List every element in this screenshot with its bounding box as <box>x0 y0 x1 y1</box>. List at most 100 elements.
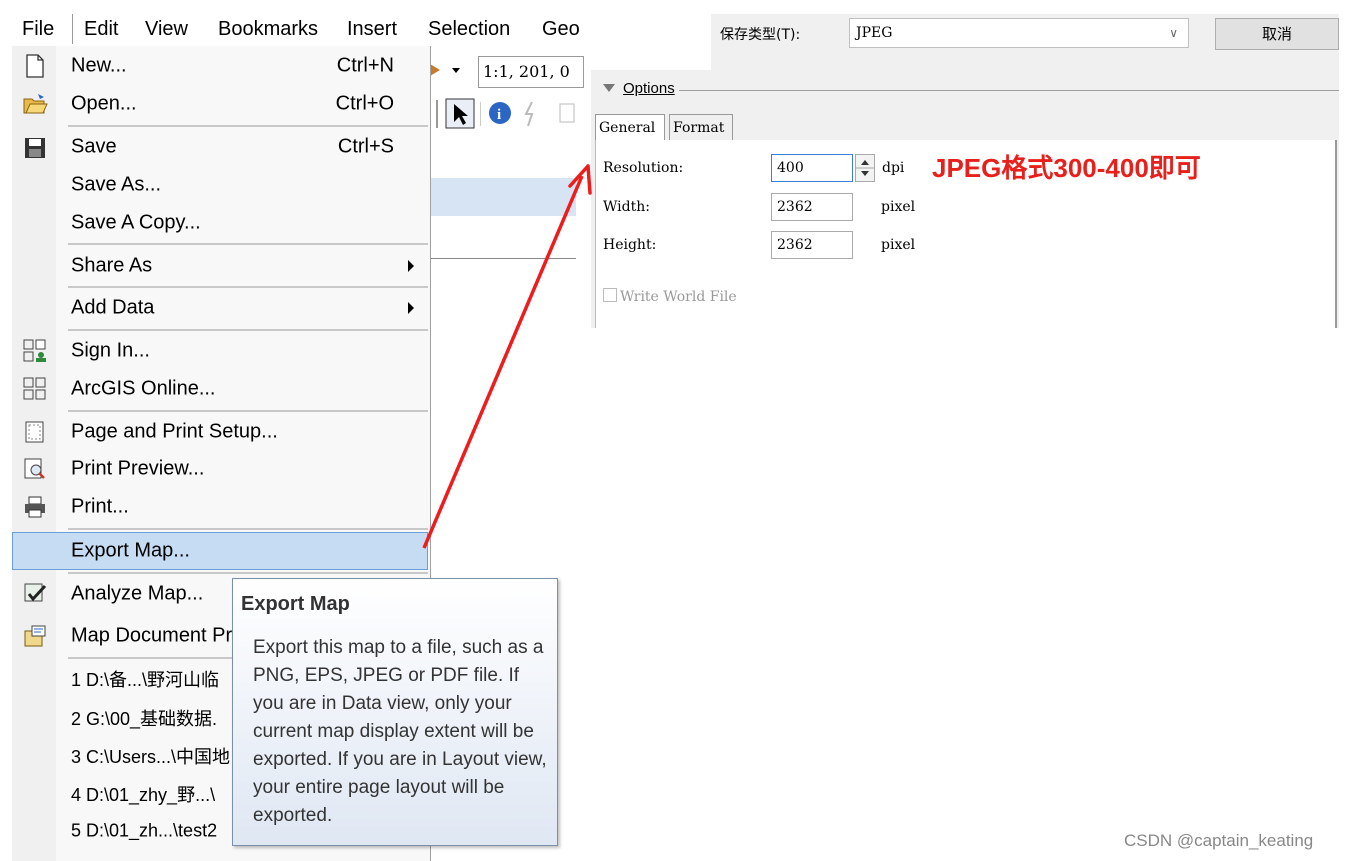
menu-item-shortcut: Ctrl+O <box>335 92 394 115</box>
tools-toolbar-icons[interactable]: i <box>436 98 576 130</box>
menu-item-label: New... <box>71 54 127 77</box>
menu-item-label: Add Data <box>71 296 155 319</box>
width-label: Width: <box>603 199 650 215</box>
sign-in-icon <box>23 339 46 362</box>
chevron-down-icon: ∨ <box>1169 26 1178 40</box>
menu-item-label: 4 D:\01_zhy_野...\ <box>71 785 216 805</box>
menu-file[interactable]: File <box>18 14 58 44</box>
menu-item-label: 5 D:\01_zh...\test2 <box>71 820 218 841</box>
menu-item-label: Print... <box>71 495 129 518</box>
menu-edit[interactable]: Edit <box>84 18 118 41</box>
menu-item-export-map[interactable]: Export Map... <box>12 532 428 570</box>
menu-item-shortcut: Ctrl+S <box>337 135 394 158</box>
menu-item-new[interactable]: New... Ctrl+N <box>56 48 428 84</box>
resolution-unit: dpi <box>882 160 905 176</box>
menubar-divider <box>72 14 73 44</box>
dialog-top-left-area <box>591 14 711 70</box>
submenu-arrow-icon <box>408 260 414 272</box>
write-world-file-label: Write World File <box>620 289 737 305</box>
svg-text:i: i <box>497 107 501 123</box>
menu-separator <box>68 243 428 245</box>
menu-item-label: ArcGIS Online... <box>71 377 216 400</box>
arcgis-online-icon <box>23 377 46 400</box>
cancel-button[interactable]: 取消 <box>1215 18 1339 50</box>
menu-view[interactable]: View <box>145 18 188 41</box>
menu-separator <box>68 410 428 412</box>
height-label: Height: <box>603 237 657 253</box>
menu-item-label: Analyze Map... <box>71 582 204 605</box>
menu-item-sign-in[interactable]: Sign In... <box>56 333 428 369</box>
menu-item-label: Print Preview... <box>71 457 205 480</box>
resolution-input[interactable]: 400 <box>771 154 853 182</box>
tooltip-body: Export this map to a file, such as a PNG… <box>253 637 547 826</box>
menu-separator <box>68 286 428 288</box>
toc-selected-band <box>428 178 576 216</box>
width-input[interactable]: 2362 <box>771 193 853 221</box>
menu-item-label: Open... <box>71 92 137 115</box>
menu-separator <box>68 528 428 530</box>
menu-item-label: Sign In... <box>71 339 150 362</box>
options-divider <box>679 90 1339 91</box>
menu-item-save-a-copy[interactable]: Save A Copy... <box>56 205 428 241</box>
menu-item-label: 3 C:\Users...\中国地 <box>71 747 231 767</box>
menu-item-share-as[interactable]: Share As <box>56 248 428 284</box>
menu-item-label: Save A Copy... <box>71 211 201 234</box>
menu-item-shortcut: Ctrl+N <box>336 54 394 77</box>
options-toggle[interactable]: Options <box>623 80 675 97</box>
menu-selection[interactable]: Selection <box>428 18 510 41</box>
collapse-triangle-icon[interactable] <box>603 84 615 92</box>
toc-divider <box>428 258 576 259</box>
export-map-tooltip: Export Map Export this map to a file, su… <box>232 578 558 846</box>
menu-insert[interactable]: Insert <box>347 18 397 41</box>
pan-dropdown-icon[interactable] <box>428 58 468 82</box>
menu-item-label: Page and Print Setup... <box>71 420 278 443</box>
menu-bar: File Edit View Bookmarks Insert Selectio… <box>0 14 580 46</box>
menu-item-label: 2 G:\00_基础数据. <box>71 709 218 729</box>
height-unit: pixel <box>881 237 916 253</box>
menu-item-add-data[interactable]: Add Data <box>56 290 428 326</box>
menu-item-print-preview[interactable]: Print Preview... <box>56 451 428 487</box>
map-scale-input[interactable]: 1:1, 201, 0 <box>478 56 584 88</box>
menu-item-save[interactable]: Save Ctrl+S <box>56 129 428 165</box>
menu-item-label: Map Document Pr <box>71 624 233 647</box>
menu-item-label: Save <box>71 135 117 158</box>
submenu-arrow-icon <box>408 302 414 314</box>
save-type-value: JPEG <box>856 25 893 41</box>
open-folder-icon <box>23 94 48 114</box>
printer-icon <box>25 496 45 518</box>
tooltip-title: Export Map <box>241 593 350 615</box>
tab-format[interactable]: Format <box>669 114 733 140</box>
menu-separator <box>68 329 428 331</box>
map-document-properties-icon <box>24 625 46 647</box>
menu-item-open[interactable]: Open... Ctrl+O <box>56 86 428 122</box>
menu-item-page-print-setup[interactable]: Page and Print Setup... <box>56 414 428 450</box>
menu-item-label: Save As... <box>71 173 162 196</box>
menu-item-arcgis-online[interactable]: ArcGIS Online... <box>56 371 428 407</box>
save-disk-icon <box>25 138 45 158</box>
new-document-icon <box>26 54 44 78</box>
write-world-file-checkbox[interactable]: Write World File <box>603 288 737 305</box>
width-unit: pixel <box>881 199 916 215</box>
print-preview-icon <box>24 458 45 479</box>
save-type-select[interactable]: JPEG ∨ <box>849 18 1189 48</box>
watermark: CSDN @captain_keating <box>1124 831 1314 850</box>
spinner-arrows-icon <box>856 160 874 176</box>
height-input[interactable]: 2362 <box>771 231 853 259</box>
save-type-label: 保存类型(T): <box>720 27 801 43</box>
menu-geoprocessing[interactable]: Geo <box>542 18 580 41</box>
menu-item-save-as[interactable]: Save As... <box>56 167 428 203</box>
page-setup-icon <box>25 421 44 443</box>
tab-general[interactable]: General <box>595 114 665 140</box>
file-menu-icon-gutter <box>12 46 56 861</box>
menu-item-print[interactable]: Print... <box>56 489 428 525</box>
analyze-map-icon <box>24 583 47 602</box>
annotation-note: JPEG格式300-400即可 <box>932 153 1201 183</box>
checkbox-box <box>603 288 617 302</box>
menu-item-label: Share As <box>71 254 153 277</box>
menu-item-label: 1 D:\备...\野河山临 <box>71 670 220 690</box>
menu-bookmarks[interactable]: Bookmarks <box>218 18 318 41</box>
resolution-label: Resolution: <box>603 160 684 176</box>
resolution-spinner[interactable] <box>855 154 875 182</box>
menu-separator <box>68 572 428 574</box>
menu-item-label: Export Map... <box>71 539 190 562</box>
